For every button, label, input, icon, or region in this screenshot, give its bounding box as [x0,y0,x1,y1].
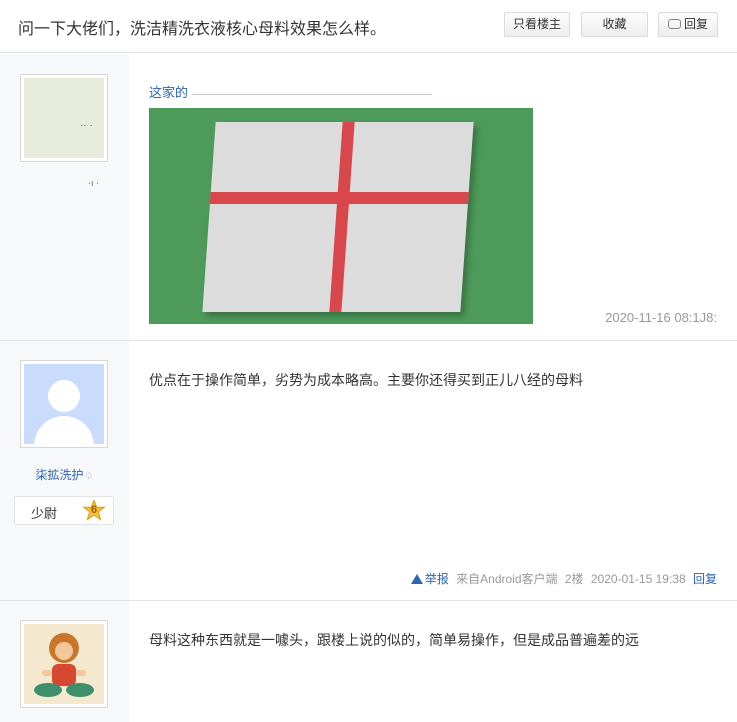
warning-icon [410,574,423,584]
post-meta: 举报 来自Android客户端 2楼 2020-01-15 19:38 回复 [410,570,717,587]
strap-vertical [329,122,355,312]
post-3: 母料这种东西就是一噱头，跟楼上说的似的，简单易操作，但是成品普遍差的远 [0,601,737,722]
only-op-button[interactable]: 只看楼主 [504,12,570,37]
post-timestamp: 2020-11-16 08:1J8: [605,310,717,325]
reply-label: 回复 [683,17,708,31]
username: 柒拡洗护 [35,468,84,482]
strap-horizontal [209,192,469,204]
gender-icon: ♤ [84,471,94,482]
rank-badge[interactable]: 少尉 6 [14,496,114,525]
cartoon-avatar-icon [34,633,94,697]
avatar[interactable] [20,360,108,448]
author-sidebar: ·· · ·ı · [0,54,129,340]
author-sidebar [0,601,129,722]
favorite-button[interactable]: 收藏 [581,12,648,37]
rank-title: 少尉 [31,506,58,521]
post-content: 母料这种东西就是一噱头，跟楼上说的似的，简单易操作，但是成品普遍差的远 [149,632,639,648]
avatar[interactable] [20,620,108,708]
post-content: 这家的 [149,82,433,101]
post-content-text: 这家的 [149,85,189,100]
default-avatar-image [24,364,104,444]
avatar-image [24,624,104,704]
post-content: 优点在于操作简单，劣势为成本略高。主要你还得买到正儿八经的母料 [149,372,583,388]
post-image[interactable] [149,108,533,324]
board-shape [202,122,474,312]
thread-title: 问一下大佬们，洗洁精洗衣液核心母料效果怎么样。 [18,21,387,38]
post-2: 柒拡洗护♤ 少尉 6 优点在于操作简单，劣势为成本略高。主要你还得买到正儿八经的… [0,341,737,601]
reply-button[interactable]: 回复 [658,12,718,37]
rank-star-icon: 6 [81,498,107,522]
client-source-text: 来自Android客户端 [456,572,558,586]
reply-link[interactable]: 回复 [693,572,717,586]
avatar-image: ·· · [24,78,104,158]
post-1: ·· · ·ı · 这家的 2020-11-16 08:1J8: [0,54,737,341]
rank-level: 6 [90,504,98,516]
client-source: 来自Android客户端 [456,572,557,586]
blurred-text [192,87,433,95]
report-label: 举报 [424,572,449,586]
floor-number: 2楼 [564,572,584,586]
author-sidebar: 柒拡洗护♤ 少尉 6 [0,341,129,600]
reply-icon [667,19,681,29]
avatar-blur-mark: ·· · [80,120,93,131]
avatar[interactable]: ·· · [20,74,108,162]
thread-header: 问一下大佬们，洗洁精洗衣液核心母料效果怎么样。 只看楼主 收藏 回复 [0,0,737,53]
report-link[interactable]: 举报 [410,572,449,586]
username-link[interactable]: 柒拡洗护♤ [0,466,129,483]
avatar-head-shape [48,380,80,412]
avatar-body-shape [34,416,94,444]
blurred-username: ·ı · [88,178,99,188]
post-timestamp: 2020-01-15 19:38 [590,572,686,586]
